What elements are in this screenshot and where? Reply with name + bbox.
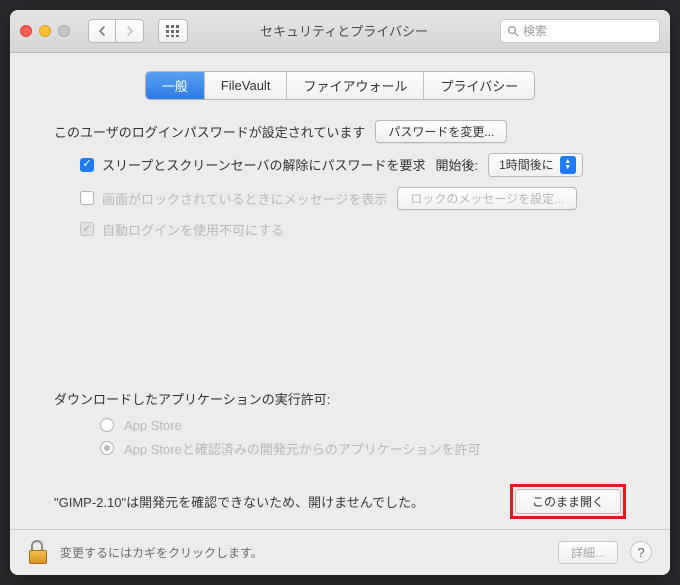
- after-delay-select[interactable]: 1時間後に ▲▼: [488, 153, 583, 177]
- check-icon: ✓: [82, 224, 91, 235]
- require-password-row: ✓ スリープとスクリーンセーバの解除にパスワードを要求 開始後: 1時間後に ▲…: [80, 153, 626, 177]
- login-password-row: このユーザのログインパスワードが設定されています パスワードを変更...: [54, 120, 626, 143]
- back-button[interactable]: [88, 19, 116, 43]
- open-anyway-highlight: このまま開く: [510, 484, 626, 519]
- login-password-status: このユーザのログインパスワードが設定されています: [54, 122, 365, 141]
- download-heading-row: ダウンロードしたアプリケーションの実行許可:: [54, 389, 626, 408]
- disable-autologin-label: 自動ログインを使用不可にする: [102, 220, 284, 239]
- lock-message-label: 画面がロックされているときにメッセージを表示: [102, 189, 387, 208]
- after-delay-value: 1時間後に: [499, 156, 554, 173]
- require-password-checkbox[interactable]: ✓ スリープとスクリーンセーバの解除にパスワードを要求: [80, 155, 425, 174]
- check-icon: ✓: [82, 159, 91, 170]
- close-window-button[interactable]: [20, 25, 32, 37]
- radio-appstore: [100, 418, 114, 432]
- help-icon: ?: [637, 545, 644, 560]
- open-anyway-button[interactable]: このまま開く: [515, 489, 621, 514]
- download-section: ダウンロードしたアプリケーションの実行許可: App Store App Sto…: [54, 389, 626, 519]
- radio-identified-label: App Storeと確認済みの開発元からのアプリケーションを許可: [124, 439, 481, 458]
- prefs-window: セキュリティとプライバシー 検索 一般 FileVault ファイアウォール プ…: [10, 10, 670, 575]
- radio-appstore-label: App Store: [124, 418, 182, 433]
- grid-icon: [166, 25, 180, 37]
- tab-general[interactable]: 一般: [146, 72, 204, 99]
- lock-button[interactable]: [28, 540, 48, 564]
- advanced-button[interactable]: 詳細...: [558, 541, 618, 564]
- lock-message-checkbox: 画面がロックされているときにメッセージを表示: [80, 189, 387, 208]
- radio-identified-row: App Storeと確認済みの開発元からのアプリケーションを許可: [100, 439, 626, 458]
- traffic-lights: [20, 25, 70, 37]
- download-heading: ダウンロードしたアプリケーションの実行許可:: [54, 389, 330, 408]
- radio-identified: [100, 441, 114, 455]
- blocked-app-row: "GIMP-2.10"は開発元を確認できないため、開けませんでした。 このまま開…: [54, 484, 626, 519]
- tab-row: 一般 FileVault ファイアウォール プライバシー: [10, 71, 670, 100]
- zoom-window-button[interactable]: [58, 25, 70, 37]
- change-password-button[interactable]: パスワードを変更...: [375, 120, 507, 143]
- chevron-left-icon: [98, 26, 106, 36]
- content-area: このユーザのログインパスワードが設定されています パスワードを変更... ✓ ス…: [10, 100, 670, 529]
- require-password-label: スリープとスクリーンセーバの解除にパスワードを要求: [102, 155, 425, 174]
- tab-privacy[interactable]: プライバシー: [423, 72, 534, 99]
- stepper-arrows-icon: ▲▼: [560, 156, 576, 174]
- tab-firewall[interactable]: ファイアウォール: [286, 72, 423, 99]
- show-all-button[interactable]: [158, 19, 188, 43]
- search-field[interactable]: 検索: [500, 19, 660, 43]
- forward-button[interactable]: [116, 19, 144, 43]
- footer-hint: 変更するにはカギをクリックします。: [60, 544, 546, 561]
- titlebar: セキュリティとプライバシー 検索: [10, 10, 670, 53]
- footer: 変更するにはカギをクリックします。 詳細... ?: [10, 529, 670, 575]
- set-lock-message-button: ロックのメッセージを設定...: [397, 187, 577, 210]
- search-placeholder: 検索: [523, 22, 547, 39]
- blocked-app-text: "GIMP-2.10"は開発元を確認できないため、開けませんでした。: [54, 492, 424, 511]
- disable-autologin-checkbox: ✓ 自動ログインを使用不可にする: [80, 220, 284, 239]
- disable-autologin-row: ✓ 自動ログインを使用不可にする: [80, 220, 626, 239]
- minimize-window-button[interactable]: [39, 25, 51, 37]
- chevron-right-icon: [126, 26, 134, 36]
- nav-buttons: [88, 19, 144, 43]
- lock-message-row: 画面がロックされているときにメッセージを表示 ロックのメッセージを設定...: [80, 187, 626, 210]
- tab-segment: 一般 FileVault ファイアウォール プライバシー: [145, 71, 535, 100]
- window-title: セキュリティとプライバシー: [196, 21, 492, 40]
- after-label: 開始後:: [435, 155, 478, 174]
- radio-dot-icon: [104, 445, 110, 451]
- lock-body-icon: [29, 550, 47, 564]
- tab-filevault[interactable]: FileVault: [204, 72, 287, 99]
- unchecked-box-icon: [80, 191, 94, 205]
- radio-appstore-row: App Store: [100, 418, 626, 433]
- help-button[interactable]: ?: [630, 541, 652, 563]
- search-icon: [507, 25, 519, 37]
